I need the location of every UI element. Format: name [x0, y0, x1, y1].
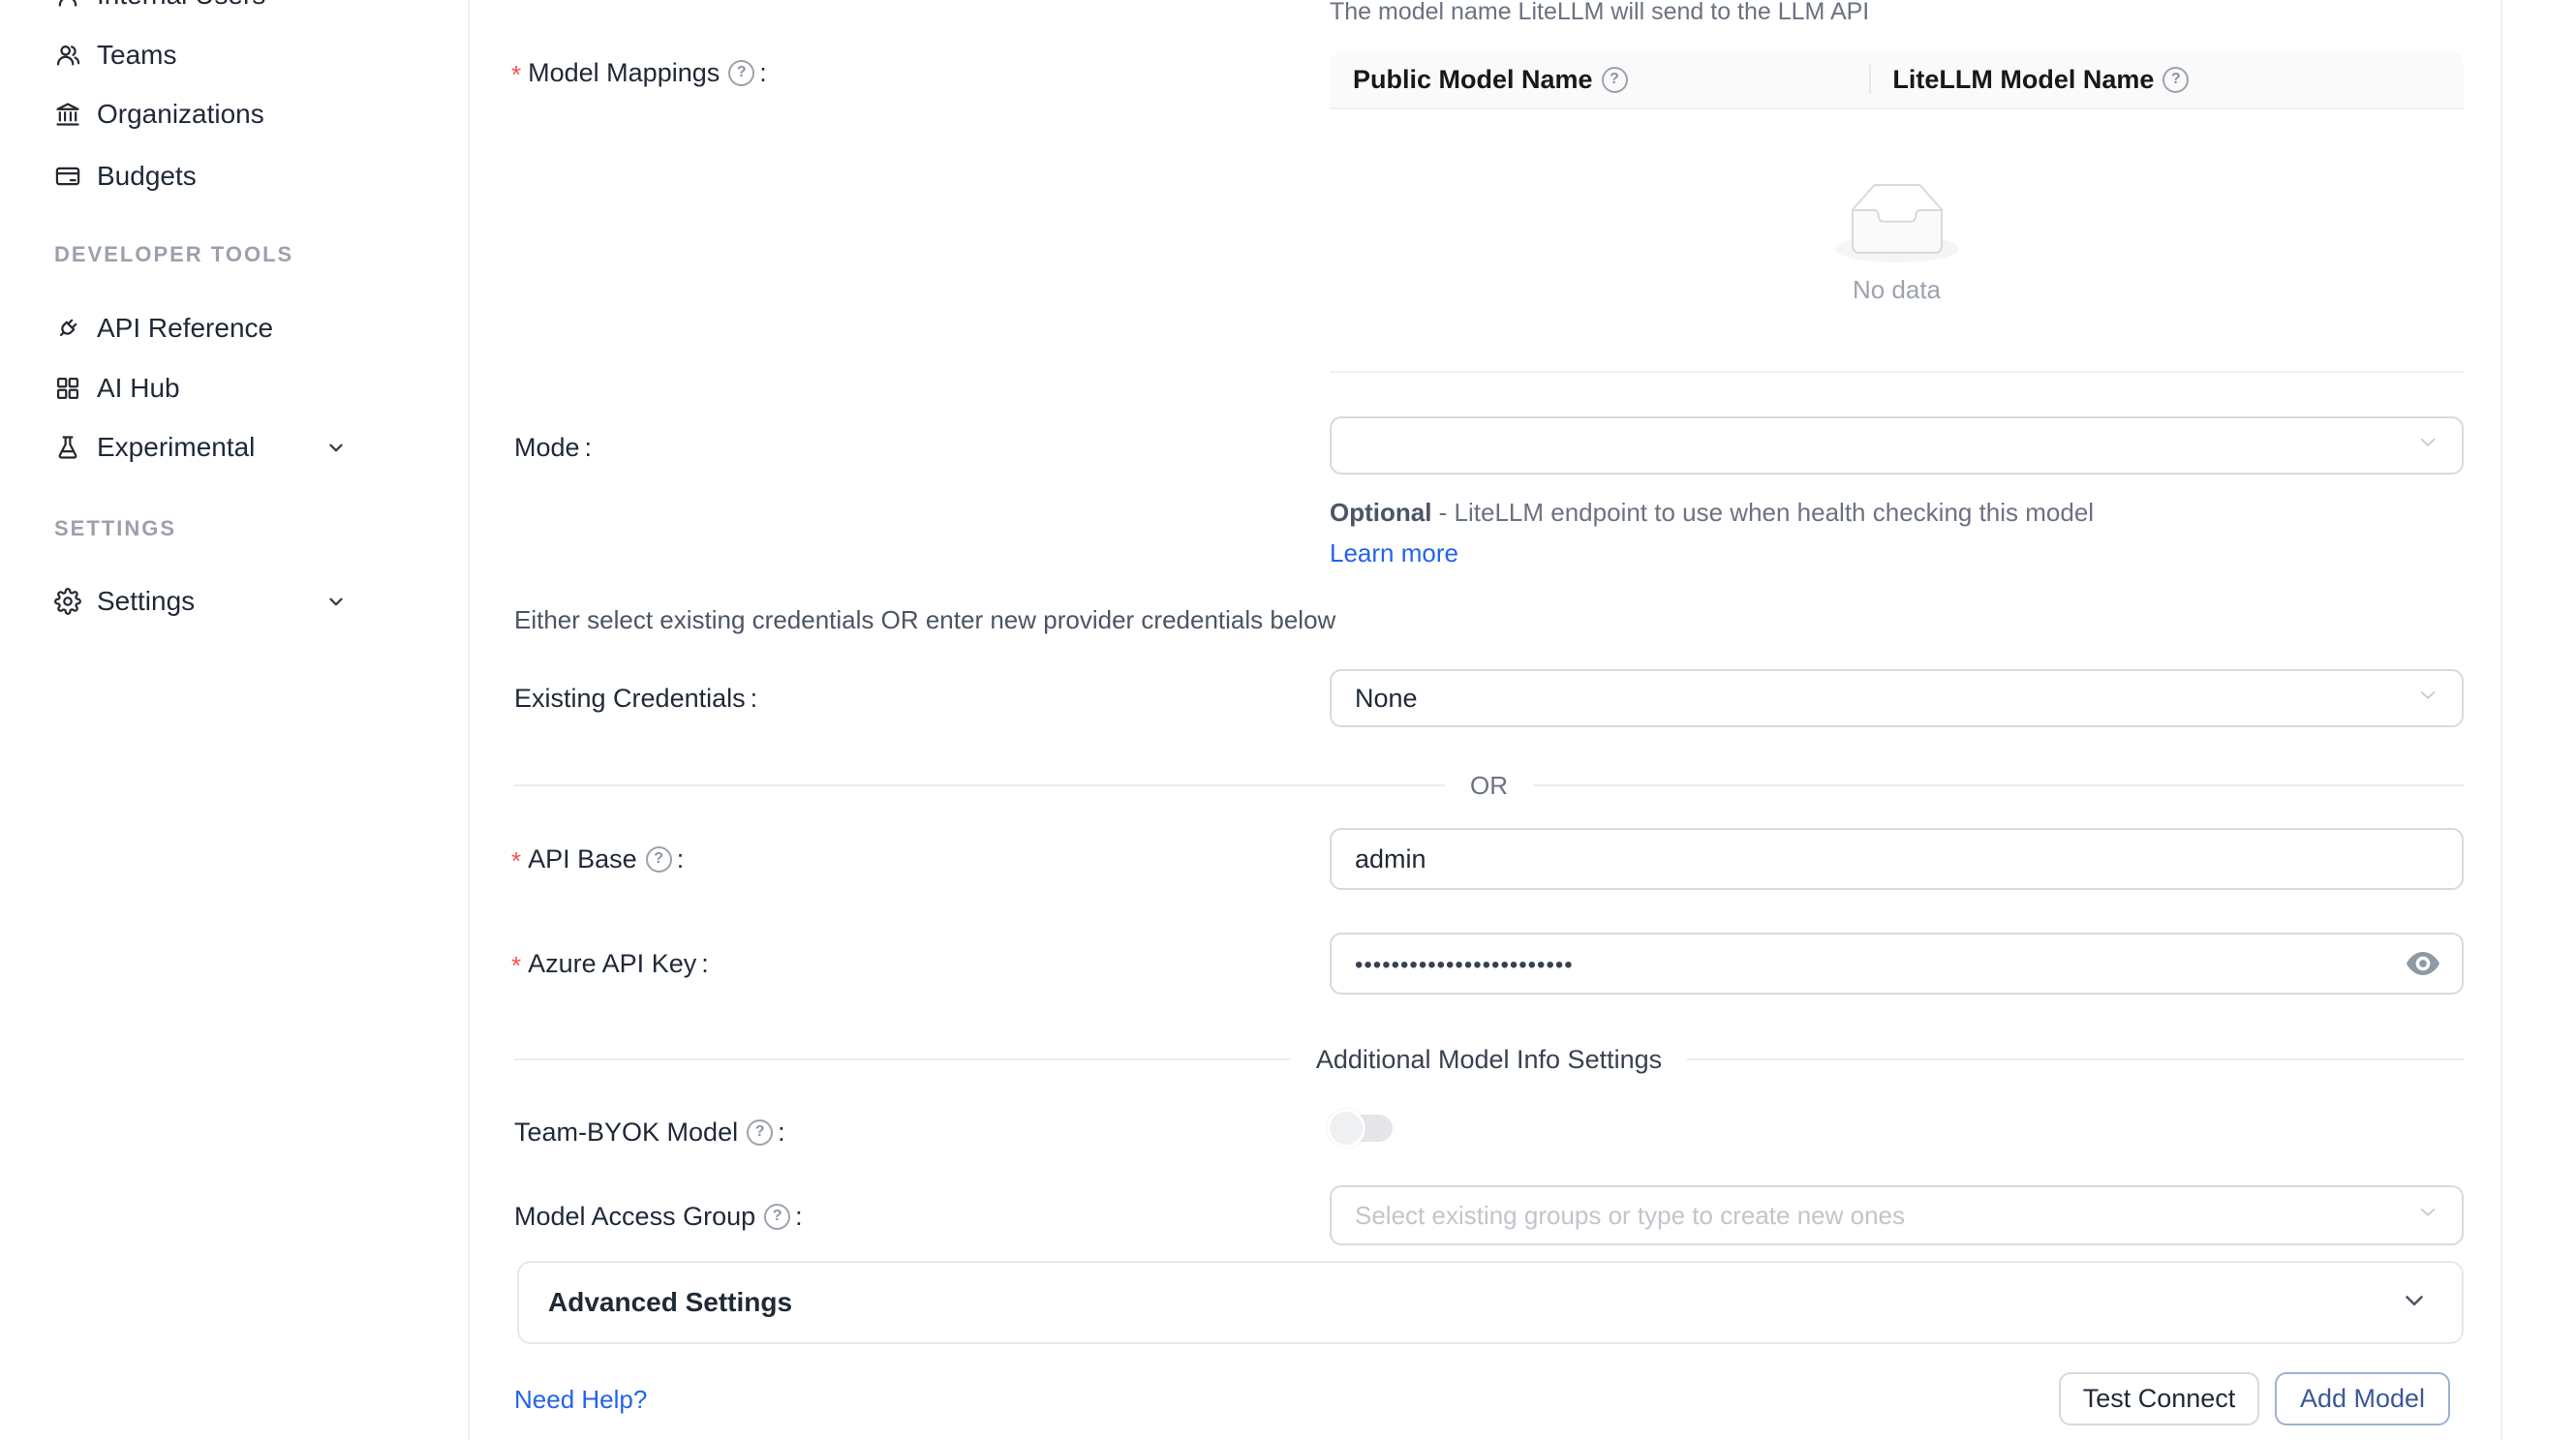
column-divider: [1869, 65, 1871, 94]
azure-api-key-input[interactable]: ••••••••••••••••••••••••: [1330, 933, 2464, 995]
question-mark-icon[interactable]: ?: [646, 846, 672, 873]
sidebar-item-settings[interactable]: Settings: [0, 571, 470, 631]
azure-api-key-label: * Azure API Key :: [511, 947, 709, 980]
table-empty-state: No data: [1330, 109, 2464, 373]
empty-inbox-icon: [1835, 183, 1959, 267]
user-icon: [54, 0, 81, 9]
table-header-row: Public Model Name ? LiteLLM Model Name ?: [1330, 51, 2464, 109]
test-connect-button[interactable]: Test Connect: [2059, 1372, 2259, 1425]
model-mappings-label: * Model Mappings ? :: [511, 56, 767, 89]
chevron-down-icon: [2415, 1200, 2440, 1232]
team-byok-label: Team-BYOK Model ? :: [514, 1116, 785, 1149]
gear-icon: [54, 588, 81, 615]
teams-icon: [54, 42, 81, 69]
existing-credentials-value: None: [1355, 684, 1418, 714]
question-mark-icon[interactable]: ?: [747, 1119, 773, 1146]
mode-select[interactable]: [1330, 416, 2464, 475]
model-access-group-label: Model Access Group ? :: [514, 1200, 803, 1233]
sidebar-item-label: Organizations: [97, 99, 264, 130]
or-divider: OR: [514, 769, 2464, 802]
add-model-page: Internal Users Teams Organizations: [0, 0, 2576, 1440]
eye-icon[interactable]: [2404, 944, 2442, 983]
sidebar-item-label: Settings: [97, 586, 195, 617]
empty-text: No data: [1853, 275, 1941, 305]
existing-credentials-label: Existing Credentials:: [514, 682, 757, 715]
advanced-settings-panel[interactable]: Advanced Settings: [517, 1261, 2464, 1344]
chevron-down-icon: [2400, 1286, 2429, 1320]
sidebar-section-settings: SETTINGS: [54, 516, 442, 541]
chevron-down-icon: [325, 437, 347, 458]
column-header-litellm-model-name: LiteLLM Model Name ?: [1869, 65, 2464, 95]
question-mark-icon[interactable]: ?: [728, 60, 754, 86]
required-mark: *: [511, 844, 521, 877]
mode-label: Mode:: [514, 431, 592, 464]
need-help-link[interactable]: Need Help?: [514, 1385, 647, 1415]
existing-credentials-select[interactable]: None: [1330, 669, 2464, 727]
sidebar-item-organizations[interactable]: Organizations: [0, 84, 470, 144]
credentials-note: Either select existing credentials OR en…: [514, 605, 1335, 635]
sidebar-section-developer-tools: DEVELOPER TOOLS: [54, 242, 442, 267]
plug-icon: [54, 315, 81, 342]
sidebar-item-experimental[interactable]: Experimental: [0, 417, 470, 477]
api-base-label: * API Base ? :: [511, 843, 684, 875]
sidebar-item-internal-users[interactable]: Internal Users: [0, 0, 470, 25]
model-access-group-select[interactable]: Select existing groups or type to create…: [1330, 1185, 2464, 1245]
advanced-settings-title: Advanced Settings: [548, 1287, 792, 1318]
mode-help-text: Optional - LiteLLM endpoint to use when …: [1330, 492, 2133, 573]
sidebar-item-api-reference[interactable]: API Reference: [0, 298, 470, 358]
sidebar-item-teams[interactable]: Teams: [0, 25, 470, 85]
sidebar-item-label: API Reference: [97, 313, 273, 344]
sidebar-item-label: Budgets: [97, 161, 197, 192]
content-right-divider: [2500, 0, 2502, 1440]
grid-icon: [54, 375, 81, 402]
learn-more-link[interactable]: Learn more: [1330, 538, 1458, 567]
flask-icon: [54, 434, 81, 461]
sidebar-item-ai-hub[interactable]: AI Hub: [0, 358, 470, 418]
question-mark-icon[interactable]: ?: [2162, 67, 2189, 93]
api-base-value: admin: [1355, 844, 1426, 874]
column-header-public-model-name: Public Model Name ?: [1330, 65, 1869, 95]
team-byok-toggle[interactable]: [1327, 1109, 1395, 1148]
sidebar-item-label: AI Hub: [97, 373, 180, 404]
model-access-group-placeholder: Select existing groups or type to create…: [1355, 1201, 1905, 1231]
chevron-down-icon: [2415, 683, 2440, 715]
masked-api-key: ••••••••••••••••••••••••: [1355, 952, 1574, 979]
toggle-knob: [1327, 1109, 1365, 1148]
question-mark-icon[interactable]: ?: [764, 1204, 790, 1230]
chevron-down-icon: [2415, 430, 2440, 462]
bank-icon: [54, 101, 81, 128]
chevron-down-icon: [325, 591, 347, 612]
sidebar-item-label: Internal Users: [97, 0, 265, 11]
sidebar-item-label: Teams: [97, 40, 176, 71]
additional-info-divider: Additional Model Info Settings: [514, 1043, 2464, 1076]
table-note: The model name LiteLLM will send to the …: [1330, 0, 1869, 26]
required-mark: *: [511, 58, 521, 91]
model-mappings-table: Public Model Name ? LiteLLM Model Name ?: [1330, 51, 2464, 373]
add-model-form: The model name LiteLLM will send to the …: [470, 0, 2576, 1440]
required-mark: *: [511, 949, 521, 982]
credit-card-icon: [54, 163, 81, 190]
sidebar-item-label: Experimental: [97, 432, 255, 463]
sidebar: Internal Users Teams Organizations: [0, 0, 470, 1440]
question-mark-icon[interactable]: ?: [1602, 67, 1628, 93]
add-model-button[interactable]: Add Model: [2275, 1372, 2450, 1425]
api-base-input[interactable]: admin: [1330, 828, 2464, 890]
sidebar-item-budgets[interactable]: Budgets: [0, 146, 470, 206]
